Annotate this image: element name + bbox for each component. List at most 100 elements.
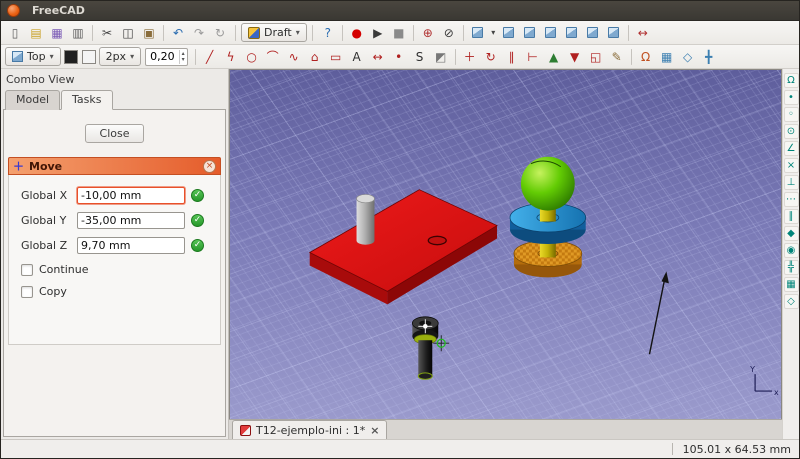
tab-model[interactable]: Model <box>5 90 61 110</box>
draft-dimension-button[interactable]: ↔ <box>368 47 388 67</box>
open-document-button[interactable]: ▤ <box>26 23 46 43</box>
view-rear-button[interactable] <box>562 23 582 43</box>
snap-parallel-toggle[interactable]: ∥ <box>783 209 799 224</box>
whatsthis-button[interactable]: ? <box>318 23 338 43</box>
workbench-selector[interactable]: Draft ▾ <box>241 23 307 42</box>
3d-viewport[interactable]: Y x <box>229 69 782 419</box>
tab-close-icon[interactable]: × <box>370 424 379 437</box>
tab-label: Model <box>16 93 50 106</box>
spinner-arrows[interactable]: ▴ ▾ <box>178 49 187 64</box>
draft-scale-button[interactable]: ◱ <box>586 47 606 67</box>
draft-bspline-button[interactable]: ∿ <box>284 47 304 67</box>
macro-record-button[interactable]: ● <box>347 23 367 43</box>
draft-arc-button[interactable]: ⌒ <box>263 47 283 67</box>
field-input[interactable]: 9,70 mm <box>77 237 185 254</box>
chevron-down-icon: ▾ <box>49 52 54 61</box>
snap-lock-toggle[interactable]: Ω <box>783 73 799 88</box>
redo-button[interactable]: ↷ <box>189 23 209 43</box>
snap-special-toggle[interactable]: ◆ <box>783 226 799 241</box>
snap-intersection-toggle[interactable]: × <box>783 158 799 173</box>
snap-angle-toggle[interactable]: ∠ <box>783 141 799 156</box>
snap-working-plane-toggle[interactable]: ◇ <box>783 294 799 309</box>
snap-ortho-toggle[interactable]: ╬ <box>783 260 799 275</box>
toggle-ortho-button[interactable]: ╋ <box>699 47 719 67</box>
working-plane-button[interactable]: ◇ <box>678 47 698 67</box>
titlebar[interactable]: FreeCAD <box>1 1 799 21</box>
copy-button[interactable]: ◫ <box>118 23 138 43</box>
save-document-button[interactable]: ▦ <box>47 23 67 43</box>
task-close-button[interactable]: Close <box>84 124 145 143</box>
view-isometric-button[interactable] <box>468 23 488 43</box>
view-fit-all-button[interactable]: ⊕ <box>418 23 438 43</box>
refresh-button[interactable]: ↻ <box>210 23 230 43</box>
field-input[interactable]: -10,00 mm <box>77 187 185 204</box>
view-bottom-button[interactable] <box>583 23 603 43</box>
snap-lock-button[interactable]: Ω <box>636 47 656 67</box>
view-draw-style-button[interactable]: ⊘ <box>439 23 459 43</box>
chevron-down-icon: ▾ <box>130 52 135 61</box>
draft-offset-button[interactable]: ∥ <box>502 47 522 67</box>
gray-pin-cylinder[interactable] <box>356 194 375 245</box>
print-button[interactable]: ▥ <box>68 23 88 43</box>
snap-center-toggle[interactable]: ⊙ <box>783 124 799 139</box>
draft-line-button[interactable]: ╱ <box>200 47 220 67</box>
toolbar-button <box>627 24 629 41</box>
snap-extension-toggle[interactable]: ⋯ <box>783 192 799 207</box>
draft-trimex-button[interactable]: ⊢ <box>523 47 543 67</box>
snap-perpendicular-toggle[interactable]: ⊥ <box>783 175 799 190</box>
line-width-selector[interactable]: 2px ▾ <box>98 47 142 66</box>
window-close-button[interactable] <box>7 4 20 17</box>
tab-tasks[interactable]: Tasks <box>61 90 113 110</box>
draft-facebinder-button[interactable]: ◩ <box>431 47 451 67</box>
macro-execute-button[interactable]: ▶ <box>368 23 388 43</box>
snap-midpoint-toggle[interactable]: ◦ <box>783 107 799 122</box>
snap-endpoint-toggle[interactable]: • <box>783 90 799 105</box>
toolbar-icon: ● <box>351 25 362 40</box>
draft-edit-button[interactable]: ✎ <box>607 47 627 67</box>
workbench-label: Draft <box>264 26 292 39</box>
checkbox[interactable] <box>21 263 33 276</box>
view-top-button[interactable] <box>520 23 540 43</box>
view-left-button[interactable] <box>604 23 624 43</box>
draft-rectangle-button[interactable]: ▭ <box>326 47 346 67</box>
copy-checkbox[interactable]: Copy <box>9 285 220 298</box>
undo-button[interactable]: ↶ <box>168 23 188 43</box>
toolbar-icon <box>503 27 515 38</box>
red-plate[interactable] <box>308 189 498 305</box>
cut-button[interactable]: ✂ <box>97 23 117 43</box>
view-right-button[interactable] <box>541 23 561 43</box>
draft-move-button[interactable]: ＋ <box>460 47 480 67</box>
new-document-button[interactable]: ▯ <box>5 23 25 43</box>
draft-shapestring-button[interactable]: S <box>410 47 430 67</box>
direction-arrow[interactable] <box>648 271 669 355</box>
snap-near-toggle[interactable]: ◉ <box>783 243 799 258</box>
working-plane-selector[interactable]: Top ▾ <box>5 47 61 66</box>
toolbar-icon: ▯ <box>11 25 19 40</box>
draft-rotate-button[interactable]: ↻ <box>481 47 501 67</box>
document-tab[interactable]: T12-ejemplo-ini : 1* × <box>232 420 388 439</box>
draft-polyline-button[interactable]: ϟ <box>221 47 241 67</box>
measure-distance-button[interactable]: ↔ <box>633 23 653 43</box>
draft-upgrade-button[interactable]: ▲ <box>544 47 564 67</box>
checkbox[interactable] <box>21 285 33 298</box>
field-input[interactable]: -35,00 mm <box>77 212 185 229</box>
paste-button[interactable]: ▣ <box>139 23 159 43</box>
green-sphere[interactable] <box>520 156 575 211</box>
line-color-swatch[interactable] <box>63 49 78 64</box>
draft-circle-button[interactable]: ○ <box>242 47 262 67</box>
snap-distance-spinner[interactable]: 0,20 ▴ ▾ <box>145 47 188 66</box>
toggle-grid-button[interactable]: ▦ <box>657 47 677 67</box>
continue-checkbox[interactable]: Continue <box>9 263 220 276</box>
draft-polygon-button[interactable]: ⌂ <box>305 47 325 67</box>
draft-point-button[interactable]: • <box>389 47 409 67</box>
view-front-button[interactable] <box>499 23 519 43</box>
macro-stop-button[interactable]: ■ <box>389 23 409 43</box>
draft-text-button[interactable]: A <box>347 47 367 67</box>
draft-downgrade-button[interactable]: ▼ <box>565 47 585 67</box>
spin-down-icon[interactable]: ▾ <box>182 56 185 63</box>
face-color-swatch[interactable] <box>81 49 96 64</box>
view-menu-arrow[interactable]: ▾ <box>489 23 498 43</box>
snap-grid-toggle[interactable]: ▦ <box>783 277 799 292</box>
global-y-field: Global Y -35,00 mm ✓ <box>9 212 220 229</box>
task-header-close-icon[interactable]: × <box>203 159 216 173</box>
